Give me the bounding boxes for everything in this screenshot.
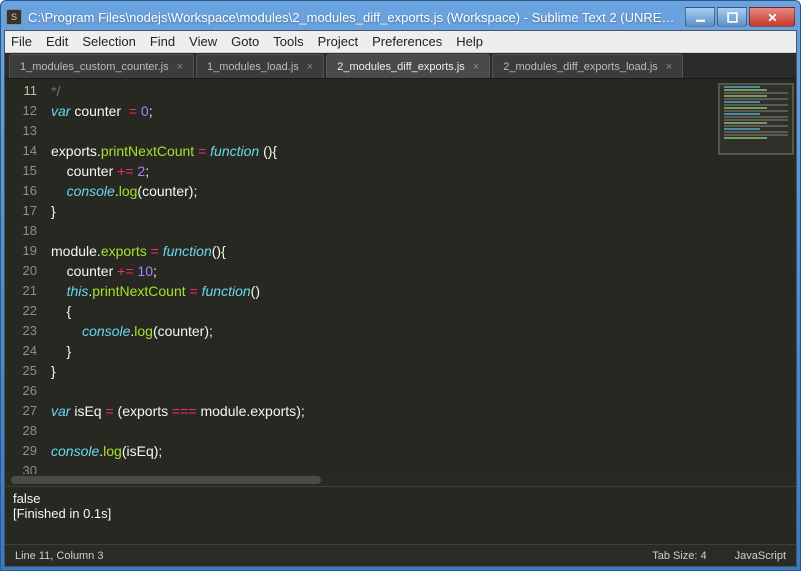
minimize-button[interactable] xyxy=(685,7,715,27)
statusbar: Line 11, Column 3 Tab Size: 4 JavaScript xyxy=(5,544,796,566)
code-line[interactable]: console.log(counter); xyxy=(51,181,796,201)
console-line: false xyxy=(13,491,788,506)
code-line[interactable] xyxy=(51,461,796,474)
code-line[interactable] xyxy=(51,381,796,401)
code-line[interactable]: } xyxy=(51,341,796,361)
window-controls xyxy=(683,7,795,27)
menu-find[interactable]: Find xyxy=(150,34,175,49)
code-line[interactable]: this.printNextCount = function() xyxy=(51,281,796,301)
line-number: 22 xyxy=(5,301,37,321)
line-number: 26 xyxy=(5,381,37,401)
tab[interactable]: 1_modules_custom_counter.js × xyxy=(9,54,194,78)
code-line[interactable]: console.log(isEq); xyxy=(51,441,796,461)
close-button[interactable] xyxy=(749,7,795,27)
line-number: 15 xyxy=(5,161,37,181)
menu-view[interactable]: View xyxy=(189,34,217,49)
line-number: 19 xyxy=(5,241,37,261)
menu-tools[interactable]: Tools xyxy=(273,34,303,49)
minimap[interactable] xyxy=(718,83,794,155)
code-line[interactable]: */ xyxy=(51,81,796,101)
close-icon xyxy=(767,12,778,23)
minimize-icon xyxy=(695,12,706,23)
tab[interactable]: 2_modules_diff_exports.js × xyxy=(326,54,490,78)
app-icon: S xyxy=(6,9,22,25)
tabbar: 1_modules_custom_counter.js×1_modules_lo… xyxy=(5,53,796,79)
line-number: 20 xyxy=(5,261,37,281)
app-window: S C:\Program Files\nodejs\Workspace\modu… xyxy=(0,0,801,571)
tab-close-icon[interactable]: × xyxy=(473,61,479,73)
tab-label: 2_modules_diff_exports.js xyxy=(337,61,465,73)
line-number: 25 xyxy=(5,361,37,381)
menu-goto[interactable]: Goto xyxy=(231,34,259,49)
code-area[interactable]: */var counter = 0; exports.printNextCoun… xyxy=(51,79,796,474)
line-number: 29 xyxy=(5,441,37,461)
code-line[interactable] xyxy=(51,421,796,441)
code-line[interactable] xyxy=(51,121,796,141)
build-output-panel[interactable]: false [Finished in 0.1s] xyxy=(5,486,796,544)
line-gutter: 1112131415161718192021222324252627282930 xyxy=(5,79,47,474)
code-line[interactable] xyxy=(51,221,796,241)
menu-help[interactable]: Help xyxy=(456,34,483,49)
tab-label: 2_modules_diff_exports_load.js xyxy=(503,61,658,73)
line-number: 21 xyxy=(5,281,37,301)
maximize-button[interactable] xyxy=(717,7,747,27)
tab-close-icon[interactable]: × xyxy=(307,61,313,73)
status-position[interactable]: Line 11, Column 3 xyxy=(15,550,624,562)
menubar: File Edit Selection Find View Goto Tools… xyxy=(5,31,796,53)
line-number: 17 xyxy=(5,201,37,221)
tab-label: 1_modules_custom_counter.js xyxy=(20,61,169,73)
code-line[interactable]: var counter = 0; xyxy=(51,101,796,121)
editor: 1112131415161718192021222324252627282930… xyxy=(5,79,796,566)
line-number: 30 xyxy=(5,461,37,474)
maximize-icon xyxy=(727,12,738,23)
client-area: File Edit Selection Find View Goto Tools… xyxy=(4,30,797,567)
code-line[interactable]: { xyxy=(51,301,796,321)
line-number: 12 xyxy=(5,101,37,121)
line-number: 16 xyxy=(5,181,37,201)
line-number: 14 xyxy=(5,141,37,161)
scrollbar-thumb[interactable] xyxy=(11,476,321,484)
status-syntax[interactable]: JavaScript xyxy=(735,550,786,562)
code-line[interactable]: counter += 2; xyxy=(51,161,796,181)
code-line[interactable]: } xyxy=(51,361,796,381)
line-number: 24 xyxy=(5,341,37,361)
menu-file[interactable]: File xyxy=(11,34,32,49)
line-number: 27 xyxy=(5,401,37,421)
code-line[interactable]: module.exports = function(){ xyxy=(51,241,796,261)
code-line[interactable]: } xyxy=(51,201,796,221)
menu-preferences[interactable]: Preferences xyxy=(372,34,442,49)
menu-selection[interactable]: Selection xyxy=(82,34,135,49)
menu-project[interactable]: Project xyxy=(318,34,358,49)
horizontal-scrollbar[interactable] xyxy=(5,474,796,486)
tab-close-icon[interactable]: × xyxy=(177,61,183,73)
line-number: 18 xyxy=(5,221,37,241)
tab[interactable]: 2_modules_diff_exports_load.js × xyxy=(492,54,683,78)
window-title: C:\Program Files\nodejs\Workspace\module… xyxy=(28,10,683,25)
tab[interactable]: 1_modules_load.js × xyxy=(196,54,324,78)
tab-close-icon[interactable]: × xyxy=(666,61,672,73)
menu-edit[interactable]: Edit xyxy=(46,34,68,49)
line-number: 28 xyxy=(5,421,37,441)
line-number: 13 xyxy=(5,121,37,141)
editor-viewport[interactable]: 1112131415161718192021222324252627282930… xyxy=(5,79,796,474)
console-line: [Finished in 0.1s] xyxy=(13,506,788,521)
code-line[interactable]: exports.printNextCount = function (){ xyxy=(51,141,796,161)
status-tab-size[interactable]: Tab Size: 4 xyxy=(652,550,706,562)
line-number: 11 xyxy=(5,81,37,101)
code-line[interactable]: counter += 10; xyxy=(51,261,796,281)
line-number: 23 xyxy=(5,321,37,341)
code-line[interactable]: console.log(counter); xyxy=(51,321,796,341)
code-line[interactable]: var isEq = (exports === module.exports); xyxy=(51,401,796,421)
tab-label: 1_modules_load.js xyxy=(207,61,299,73)
titlebar[interactable]: S C:\Program Files\nodejs\Workspace\modu… xyxy=(4,4,797,30)
